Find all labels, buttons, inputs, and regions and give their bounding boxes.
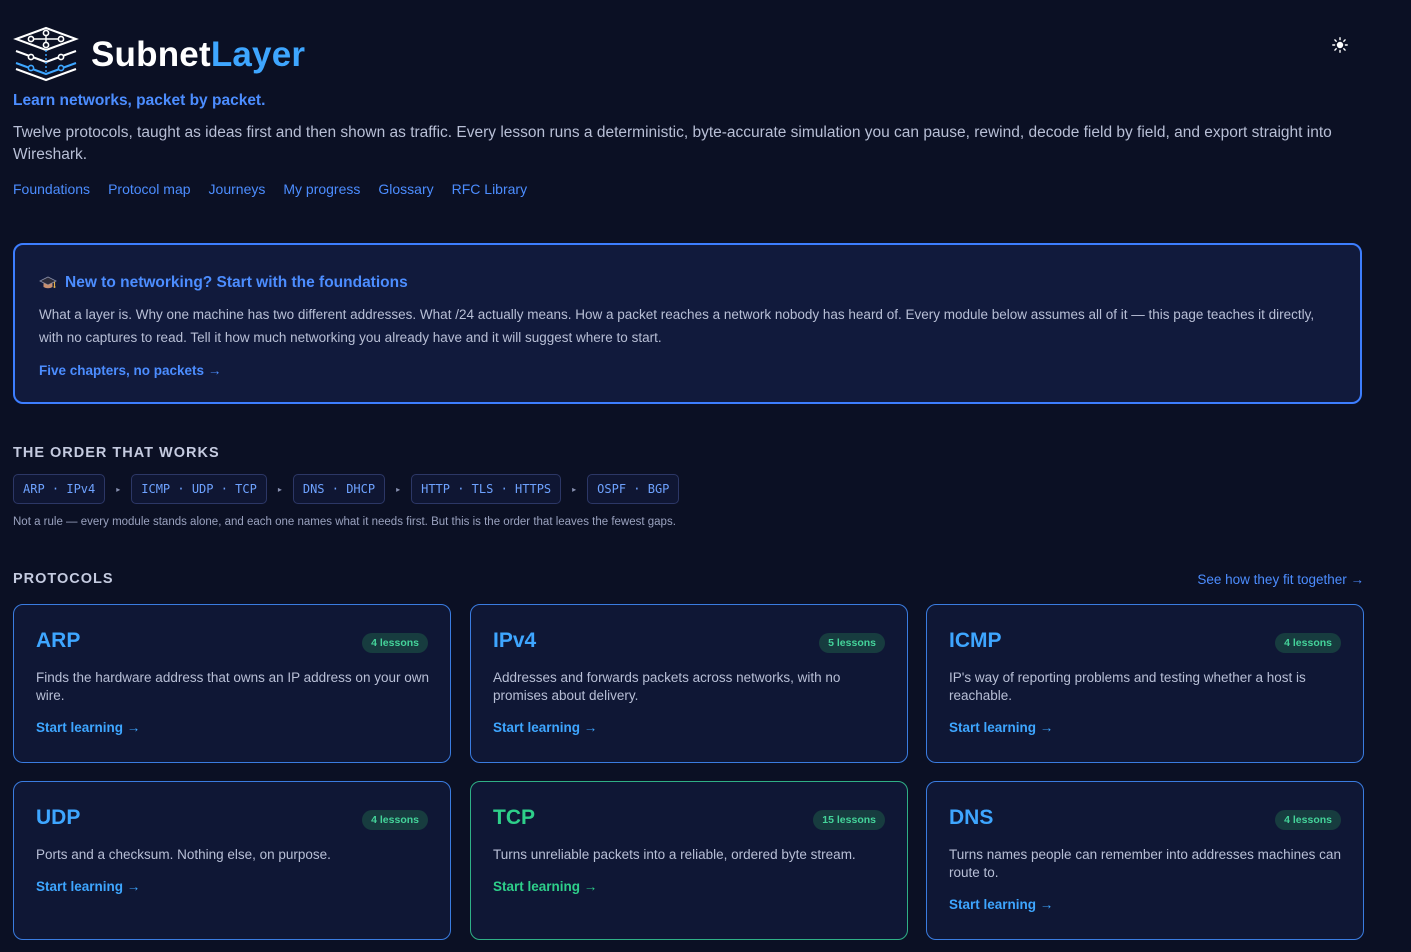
- nav-rfc-library[interactable]: RFC Library: [452, 181, 527, 197]
- card-title: ICMP: [949, 629, 1002, 652]
- order-separator: ▸: [277, 484, 282, 494]
- order-separator: ▸: [396, 484, 401, 494]
- tagline: Learn networks, packet by packet.: [13, 92, 266, 109]
- lessons-badge: 15 lessons: [813, 810, 885, 830]
- order-steps: ARP · IPv4 ▸ ICMP · UDP · TCP ▸ DNS · DH…: [13, 474, 680, 504]
- nav-journeys[interactable]: Journeys: [209, 181, 266, 197]
- callout-title-text: New to networking? Start with the founda…: [65, 274, 408, 291]
- order-step-http-tls-https[interactable]: HTTP · TLS · HTTPS: [411, 474, 562, 504]
- callout-title: New to networking? Start with the founda…: [39, 274, 408, 292]
- graduation-cap-icon: [39, 276, 57, 289]
- order-separator: ▸: [572, 484, 577, 494]
- theme-toggle-button[interactable]: [1327, 32, 1353, 58]
- order-step-dns-dhcp[interactable]: DNS · DHCP: [292, 474, 386, 504]
- card-description: IP's way of reporting problems and testi…: [949, 670, 1306, 703]
- brand-name: SubnetLayer: [91, 37, 305, 72]
- card-title: ARP: [36, 629, 81, 652]
- card-description: Ports and a checksum. Nothing else, on p…: [36, 847, 331, 862]
- foundations-callout: New to networking? Start with the founda…: [13, 243, 1362, 404]
- card-description: Finds the hardware address that owns an …: [36, 670, 429, 703]
- sun-icon: [1332, 37, 1348, 53]
- foundations-link[interactable]: Five chapters, no packets →: [39, 363, 221, 378]
- order-separator: ▸: [116, 484, 121, 494]
- nav-my-progress[interactable]: My progress: [283, 181, 360, 197]
- card-description: Turns names people can remember into add…: [949, 847, 1341, 880]
- order-step-ospf-bgp[interactable]: OSPF · BGP: [587, 474, 680, 504]
- nav-foundations[interactable]: Foundations: [13, 181, 90, 197]
- protocol-card-tcp[interactable]: TCP 15 lessons Turns unreliable packets …: [470, 781, 908, 940]
- layered-network-icon: [13, 26, 79, 82]
- main-nav: Foundations Protocol map Journeys My pro…: [13, 181, 527, 197]
- start-learning-link[interactable]: Start learning →: [949, 897, 1053, 912]
- card-title: TCP: [493, 806, 535, 829]
- lessons-badge: 4 lessons: [1275, 633, 1341, 653]
- brand[interactable]: SubnetLayer: [13, 24, 305, 84]
- protocol-card-udp[interactable]: UDP 4 lessons Ports and a checksum. Noth…: [13, 781, 451, 940]
- start-learning-link[interactable]: Start learning →: [36, 720, 140, 735]
- card-title: IPv4: [493, 629, 537, 652]
- order-step-icmp-udp-tcp[interactable]: ICMP · UDP · TCP: [131, 474, 267, 504]
- brand-name-part1: Subnet: [91, 34, 211, 74]
- nav-glossary[interactable]: Glossary: [378, 181, 433, 197]
- order-note: Not a rule — every module stands alone, …: [13, 516, 676, 528]
- lessons-badge: 5 lessons: [819, 633, 885, 653]
- start-learning-link[interactable]: Start learning →: [493, 879, 597, 894]
- start-learning-link[interactable]: Start learning →: [493, 720, 597, 735]
- lessons-badge: 4 lessons: [362, 633, 428, 653]
- card-description: Addresses and forwards packets across ne…: [493, 670, 841, 703]
- order-step-arp-ipv4[interactable]: ARP · IPv4: [13, 474, 106, 504]
- card-title: DNS: [949, 806, 994, 829]
- protocols-heading: PROTOCOLS: [13, 571, 114, 587]
- protocol-map-link[interactable]: See how they fit together →: [1197, 572, 1364, 587]
- start-learning-link[interactable]: Start learning →: [949, 720, 1053, 735]
- protocol-card-arp[interactable]: ARP 4 lessons Finds the hardware address…: [13, 604, 451, 763]
- intro-text: Twelve protocols, taught as ideas first …: [13, 124, 1332, 163]
- protocol-card-dns[interactable]: DNS 4 lessons Turns names people can rem…: [926, 781, 1364, 940]
- protocol-card-ipv4[interactable]: IPv4 5 lessons Addresses and forwards pa…: [470, 604, 908, 763]
- order-heading: THE ORDER THAT WORKS: [13, 445, 220, 461]
- lessons-badge: 4 lessons: [362, 810, 428, 830]
- brand-name-part2: Layer: [210, 34, 306, 74]
- start-learning-link[interactable]: Start learning →: [36, 879, 140, 894]
- lessons-badge: 4 lessons: [1275, 810, 1341, 830]
- protocol-card-icmp[interactable]: ICMP 4 lessons IP's way of reporting pro…: [926, 604, 1364, 763]
- card-description: Turns unreliable packets into a reliable…: [493, 847, 856, 862]
- callout-body: What a layer is. Why one machine has two…: [39, 307, 1315, 345]
- nav-protocol-map[interactable]: Protocol map: [108, 181, 190, 197]
- card-title: UDP: [36, 806, 81, 829]
